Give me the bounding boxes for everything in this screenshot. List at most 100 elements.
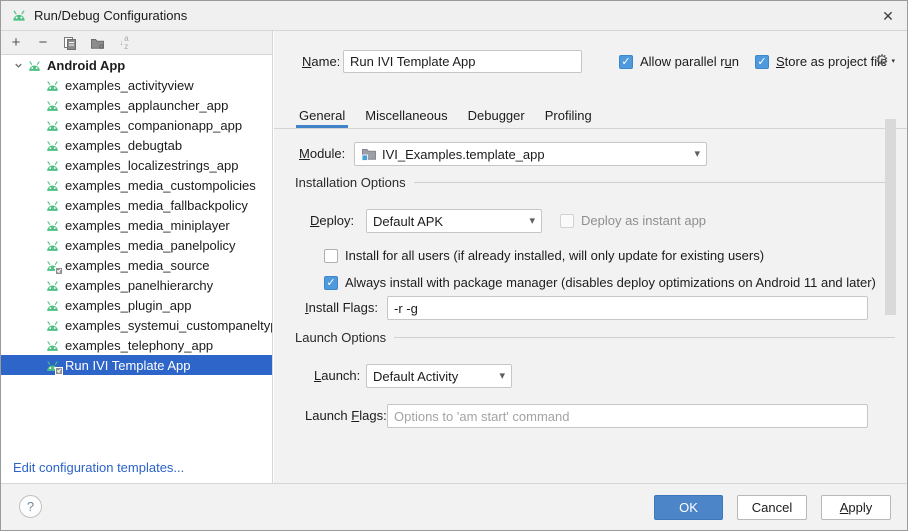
remove-icon[interactable]: −: [35, 35, 51, 51]
always-install-package-manager-label: Always install with package manager (dis…: [345, 271, 876, 295]
tree-item[interactable]: Run IVI Template App: [1, 355, 272, 375]
android-icon: [45, 338, 61, 353]
android-icon: [45, 238, 61, 253]
name-input[interactable]: [343, 50, 582, 73]
module-label: Module:: [299, 142, 345, 166]
android-icon: [45, 298, 61, 313]
android-icon: [45, 218, 61, 233]
deploy-instant-app-label: Deploy as instant app: [581, 209, 706, 233]
configurations-toolbar: + − ↓az: [1, 31, 272, 55]
allow-parallel-run-checkbox[interactable]: ✓ Allow parallel run: [619, 50, 739, 74]
tree-item[interactable]: examples_media_fallbackpolicy: [1, 195, 272, 215]
tree-item-label: examples_panelhierarchy: [65, 278, 213, 293]
tree-item[interactable]: examples_applauncher_app: [1, 95, 272, 115]
launch-options-section: Launch Options: [295, 330, 895, 345]
allow-parallel-run-label: Allow parallel run: [640, 50, 739, 74]
copy-icon[interactable]: [62, 35, 78, 51]
android-icon: [11, 8, 27, 24]
dialog-title: Run/Debug Configurations: [34, 1, 187, 30]
check-icon[interactable]: ✓: [324, 276, 338, 290]
install-all-users-checkbox[interactable]: Install for all users (if already instal…: [324, 244, 764, 268]
android-icon: [45, 198, 61, 213]
check-icon[interactable]: ✓: [755, 55, 769, 69]
add-icon[interactable]: +: [8, 35, 24, 51]
android-icon: [45, 318, 61, 333]
checkbox-unchecked-icon[interactable]: [324, 249, 338, 263]
tree-item-label: examples_media_miniplayer: [65, 218, 230, 233]
sort-az-icon[interactable]: ↓az: [116, 35, 132, 51]
tree-item-label: examples_media_panelpolicy: [65, 238, 236, 253]
tree-item[interactable]: examples_localizestrings_app: [1, 155, 272, 175]
tree-item[interactable]: examples_panelhierarchy: [1, 275, 272, 295]
tree-item-label: examples_debugtab: [65, 138, 182, 153]
tree-item[interactable]: examples_activityview: [1, 75, 272, 95]
checkbox-unchecked-icon: [560, 214, 574, 228]
section-divider: [414, 182, 895, 183]
tree-item[interactable]: examples_systemui_custompaneltype: [1, 315, 272, 335]
tree-item-label: examples_plugin_app: [65, 298, 191, 313]
android-icon: [45, 138, 61, 153]
dialog-footer: ? OK Cancel Apply: [1, 483, 907, 530]
store-settings-gear-button[interactable]: ⚙ ▾: [872, 51, 892, 71]
title-bar: Run/Debug Configurations ✕: [1, 1, 907, 31]
android-icon: [27, 58, 43, 73]
close-icon[interactable]: ✕: [875, 4, 901, 28]
tab-profiling[interactable]: Profiling: [542, 104, 595, 128]
cancel-button[interactable]: Cancel: [737, 495, 807, 520]
tab-debugger[interactable]: Debugger: [465, 104, 528, 128]
android-icon: [45, 258, 61, 273]
always-install-package-manager-checkbox[interactable]: ✓ Always install with package manager (d…: [324, 271, 876, 295]
gear-icon: ⚙: [875, 52, 888, 69]
edit-configuration-templates-link[interactable]: Edit configuration templates...: [13, 460, 184, 475]
tree-item[interactable]: examples_media_miniplayer: [1, 215, 272, 235]
tree-root-android-app[interactable]: Android App: [1, 55, 272, 75]
config-tabs: General Miscellaneous Debugger Profiling: [274, 104, 907, 129]
section-divider: [394, 337, 895, 338]
deploy-label: Deploy:: [310, 209, 354, 233]
android-icon: [45, 178, 61, 193]
launch-select[interactable]: Default Activity ▾: [366, 364, 512, 388]
tab-miscellaneous[interactable]: Miscellaneous: [362, 104, 450, 128]
tree-item-label: examples_telephony_app: [65, 338, 213, 353]
store-as-project-file-checkbox[interactable]: ✓ Store as project file: [755, 50, 887, 74]
shared-badge-icon: [55, 367, 63, 375]
chevron-down-icon[interactable]: [9, 60, 27, 71]
vertical-scrollbar[interactable]: [885, 119, 896, 315]
tree-item-label: examples_systemui_custompaneltype: [65, 318, 272, 333]
tree-root-label: Android App: [47, 58, 125, 73]
tree-item[interactable]: examples_debugtab: [1, 135, 272, 155]
module-select[interactable]: IVI_Examples.template_app ▾: [354, 142, 707, 166]
configurations-tree: Android App examples_activityview exampl…: [1, 55, 272, 407]
tree-item[interactable]: examples_media_panelpolicy: [1, 235, 272, 255]
apply-button[interactable]: Apply: [821, 495, 891, 520]
help-icon[interactable]: ?: [19, 495, 42, 518]
store-as-project-file-label: Store as project file: [776, 50, 887, 74]
configurations-panel: + − ↓az: [1, 31, 273, 483]
install-flags-input[interactable]: [387, 296, 868, 320]
tree-item[interactable]: examples_media_custompolicies: [1, 175, 272, 195]
tree-item-label: examples_media_custompolicies: [65, 178, 256, 193]
tree-item-label: examples_media_source: [65, 258, 210, 273]
android-icon: [45, 358, 61, 373]
ok-button[interactable]: OK: [654, 495, 723, 520]
deploy-select[interactable]: Default APK ▾: [366, 209, 542, 233]
tree-item[interactable]: examples_plugin_app: [1, 295, 272, 315]
configuration-form: Name: ✓ Allow parallel run ✓ Store as pr…: [274, 31, 907, 483]
launch-flags-input[interactable]: [387, 404, 868, 428]
check-icon[interactable]: ✓: [619, 55, 633, 69]
shared-badge-icon: [55, 267, 63, 275]
android-icon: [45, 278, 61, 293]
tree-item[interactable]: examples_media_source: [1, 255, 272, 275]
tree-item-label: examples_localizestrings_app: [65, 158, 238, 173]
combo-arrow-icon: ▾: [694, 149, 700, 160]
android-icon: [45, 78, 61, 93]
run-debug-configurations-dialog: Run/Debug Configurations ✕ + −: [0, 0, 908, 531]
android-icon: [45, 118, 61, 133]
install-flags-label: Install Flags:: [305, 296, 378, 320]
tree-item[interactable]: examples_companionapp_app: [1, 115, 272, 135]
tab-general[interactable]: General: [296, 104, 348, 128]
launch-flags-label: Launch Flags:: [305, 404, 387, 428]
deploy-instant-app-checkbox[interactable]: Deploy as instant app: [560, 209, 706, 233]
tree-item[interactable]: examples_telephony_app: [1, 335, 272, 355]
new-folder-icon[interactable]: [89, 35, 105, 51]
